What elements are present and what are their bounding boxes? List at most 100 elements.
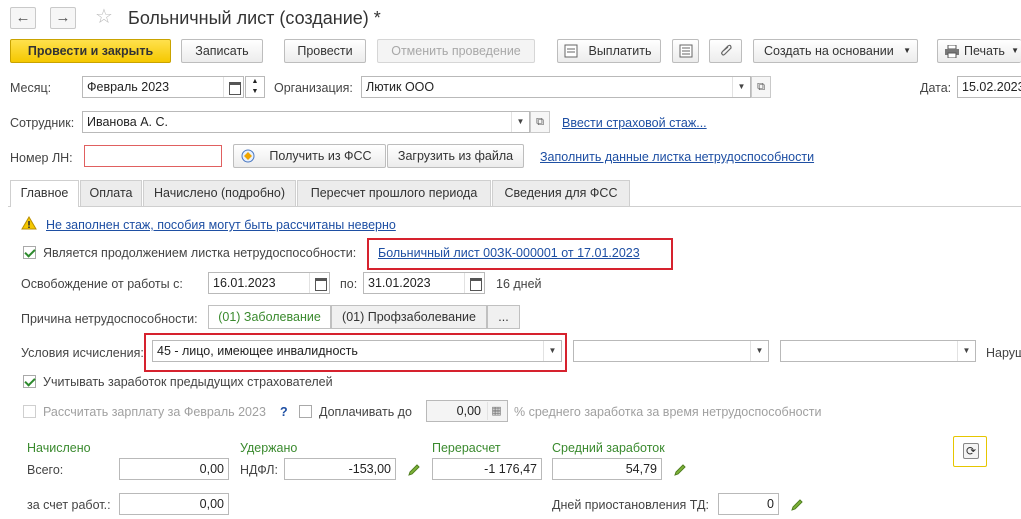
reason-disease-option[interactable]: (01) Заболевание [208, 305, 331, 329]
cancel-post-button[interactable]: Отменить проведение [377, 39, 535, 63]
pay-label: Выплатить [588, 44, 652, 58]
back-button[interactable]: ← [10, 7, 36, 29]
ndfl-field[interactable]: -153,00 [284, 458, 396, 480]
refresh-button[interactable]: ⟳ [953, 436, 987, 467]
create-based-button[interactable]: Создать на основании ▼ [753, 39, 918, 63]
release-to-field[interactable]: 31.01.2023 [363, 272, 485, 294]
average-earnings-field[interactable]: 54,79 [552, 458, 662, 480]
chevron-down-icon[interactable]: ▼ [543, 341, 561, 361]
continuation-checkbox[interactable] [23, 246, 36, 259]
recalculate-salary-label: Рассчитать зарплату за Февраль 2023 [43, 405, 266, 419]
total-label: Всего: [27, 463, 64, 477]
printer-icon [945, 45, 959, 58]
recalculation-header: Перерасчет [432, 441, 501, 455]
edit-average-earnings-icon[interactable] [673, 463, 687, 477]
forward-button[interactable]: → [50, 7, 76, 29]
calendar-icon[interactable] [223, 77, 243, 97]
suspension-days-field[interactable]: 0 [718, 493, 779, 515]
calendar-icon[interactable] [464, 273, 484, 293]
page-title: Больничный лист (создание) * [128, 8, 381, 28]
recalculate-salary-checkbox[interactable] [23, 405, 36, 418]
open-employee-button[interactable]: ⧉ [530, 111, 550, 133]
pay-icon [564, 44, 578, 58]
tab-accrued-detailed[interactable]: Начислено (подробно) [143, 180, 296, 206]
chevron-down-icon[interactable]: ▼ [750, 341, 768, 361]
date-field[interactable]: 15.02.2023 [957, 76, 1021, 98]
fss-icon [241, 149, 255, 163]
previous-sick-leave-link[interactable]: Больничный лист 00ЗК-000001 от 17.01.202… [378, 245, 640, 261]
document-list-button[interactable] [672, 39, 699, 63]
employee-value: Иванова А. С. [87, 115, 168, 129]
release-to-value: 31.01.2023 [368, 276, 431, 290]
ln-number-field[interactable] [84, 145, 222, 167]
experience-warning-link[interactable]: Не заполнен стаж, пособия могут быть рас… [46, 217, 396, 233]
month-stepper[interactable]: ▲ ▼ [245, 76, 265, 98]
org-value: Лютик ООО [366, 80, 435, 94]
chevron-down-icon[interactable]: ▼ [511, 112, 529, 132]
attach-button[interactable] [709, 39, 742, 63]
post-and-close-button[interactable]: Провести и закрыть [10, 39, 171, 63]
paperclip-icon [721, 44, 732, 56]
avg-percent-label: % среднего заработка за время нетрудоспо… [514, 405, 822, 419]
reason-more-button[interactable]: ... [487, 305, 520, 329]
release-label: Освобождение от работы с: [21, 277, 183, 291]
print-label: Печать [964, 44, 1005, 58]
insurance-experience-link[interactable]: Ввести страховой стаж... [562, 115, 707, 131]
get-from-fss-button[interactable]: Получить из ФСС [233, 144, 386, 168]
load-from-file-button[interactable]: Загрузить из файла [387, 144, 524, 168]
withheld-header: Удержано [240, 441, 298, 455]
org-label: Организация: [274, 81, 353, 95]
extra-pay-label: Доплачивать до [319, 405, 412, 419]
tab-payment[interactable]: Оплата [80, 180, 142, 206]
create-based-label: Создать на основании [764, 44, 894, 58]
conditions-field[interactable]: 45 - лицо, имеющее инвалидность ▼ [152, 340, 562, 362]
arrow-left-icon: ← [15, 9, 31, 26]
warning-icon [21, 216, 37, 230]
total-accrued-field[interactable]: 0,00 [119, 458, 229, 480]
open-organization-button[interactable]: ⧉ [751, 76, 771, 98]
post-button[interactable]: Провести [284, 39, 366, 63]
conditions-field-3[interactable]: ▼ [780, 340, 976, 362]
days-count: 16 дней [496, 277, 542, 291]
previous-earnings-checkbox[interactable] [23, 375, 36, 388]
edit-ndfl-icon[interactable] [407, 463, 421, 477]
ndfl-label: НДФЛ: [240, 463, 278, 477]
tab-main[interactable]: Главное [10, 180, 79, 207]
tab-recalculation[interactable]: Пересчет прошлого периода [297, 180, 491, 206]
chevron-down-icon[interactable]: ▼ [957, 341, 975, 361]
calculator-icon[interactable]: ▦ [487, 402, 505, 420]
accrued-header: Начислено [27, 441, 91, 455]
chevron-down-icon[interactable]: ▼ [732, 77, 750, 97]
month-label: Месяц: [10, 81, 52, 95]
pay-button[interactable]: Выплатить [557, 39, 661, 63]
fill-sick-leave-data-link[interactable]: Заполнить данные листка нетрудоспособнос… [540, 149, 814, 165]
help-icon[interactable]: ? [280, 404, 288, 420]
release-from-field[interactable]: 16.01.2023 [208, 272, 330, 294]
recalculation-field[interactable]: -1 176,47 [432, 458, 542, 480]
employee-label: Сотрудник: [10, 116, 75, 130]
print-button[interactable]: Печать ▼ [937, 39, 1021, 63]
open-icon: ⧉ [757, 81, 765, 93]
suspension-days-label: Дней приостановления ТД: [552, 498, 709, 512]
violation-label: Нарушение [986, 346, 1021, 360]
extra-pay-percent-field[interactable]: 0,00 ▦ [426, 400, 508, 422]
month-field[interactable]: Февраль 2023 [82, 76, 244, 98]
dropdown-icon: ▼ [903, 46, 911, 55]
extra-pay-checkbox[interactable] [299, 405, 312, 418]
tab-fss-info[interactable]: Сведения для ФСС [492, 180, 630, 206]
get-fss-label: Получить из ФСС [269, 149, 372, 163]
arrow-right-icon: → [55, 9, 71, 26]
average-earnings-header: Средний заработок [552, 441, 665, 455]
employer-amount-field[interactable]: 0,00 [119, 493, 229, 515]
organization-field[interactable]: Лютик ООО ▼ [361, 76, 751, 98]
save-button[interactable]: Записать [181, 39, 263, 63]
employee-field[interactable]: Иванова А. С. ▼ [82, 111, 530, 133]
conditions-field-2[interactable]: ▼ [573, 340, 769, 362]
star-icon[interactable]: ☆ [95, 5, 113, 29]
reason-occupational-option[interactable]: (01) Профзаболевание [331, 305, 487, 329]
month-value: Февраль 2023 [87, 80, 170, 94]
calendar-icon[interactable] [309, 273, 329, 293]
edit-suspension-days-icon[interactable] [790, 498, 804, 512]
to-label: по: [340, 277, 358, 291]
open-icon: ⧉ [536, 116, 544, 128]
